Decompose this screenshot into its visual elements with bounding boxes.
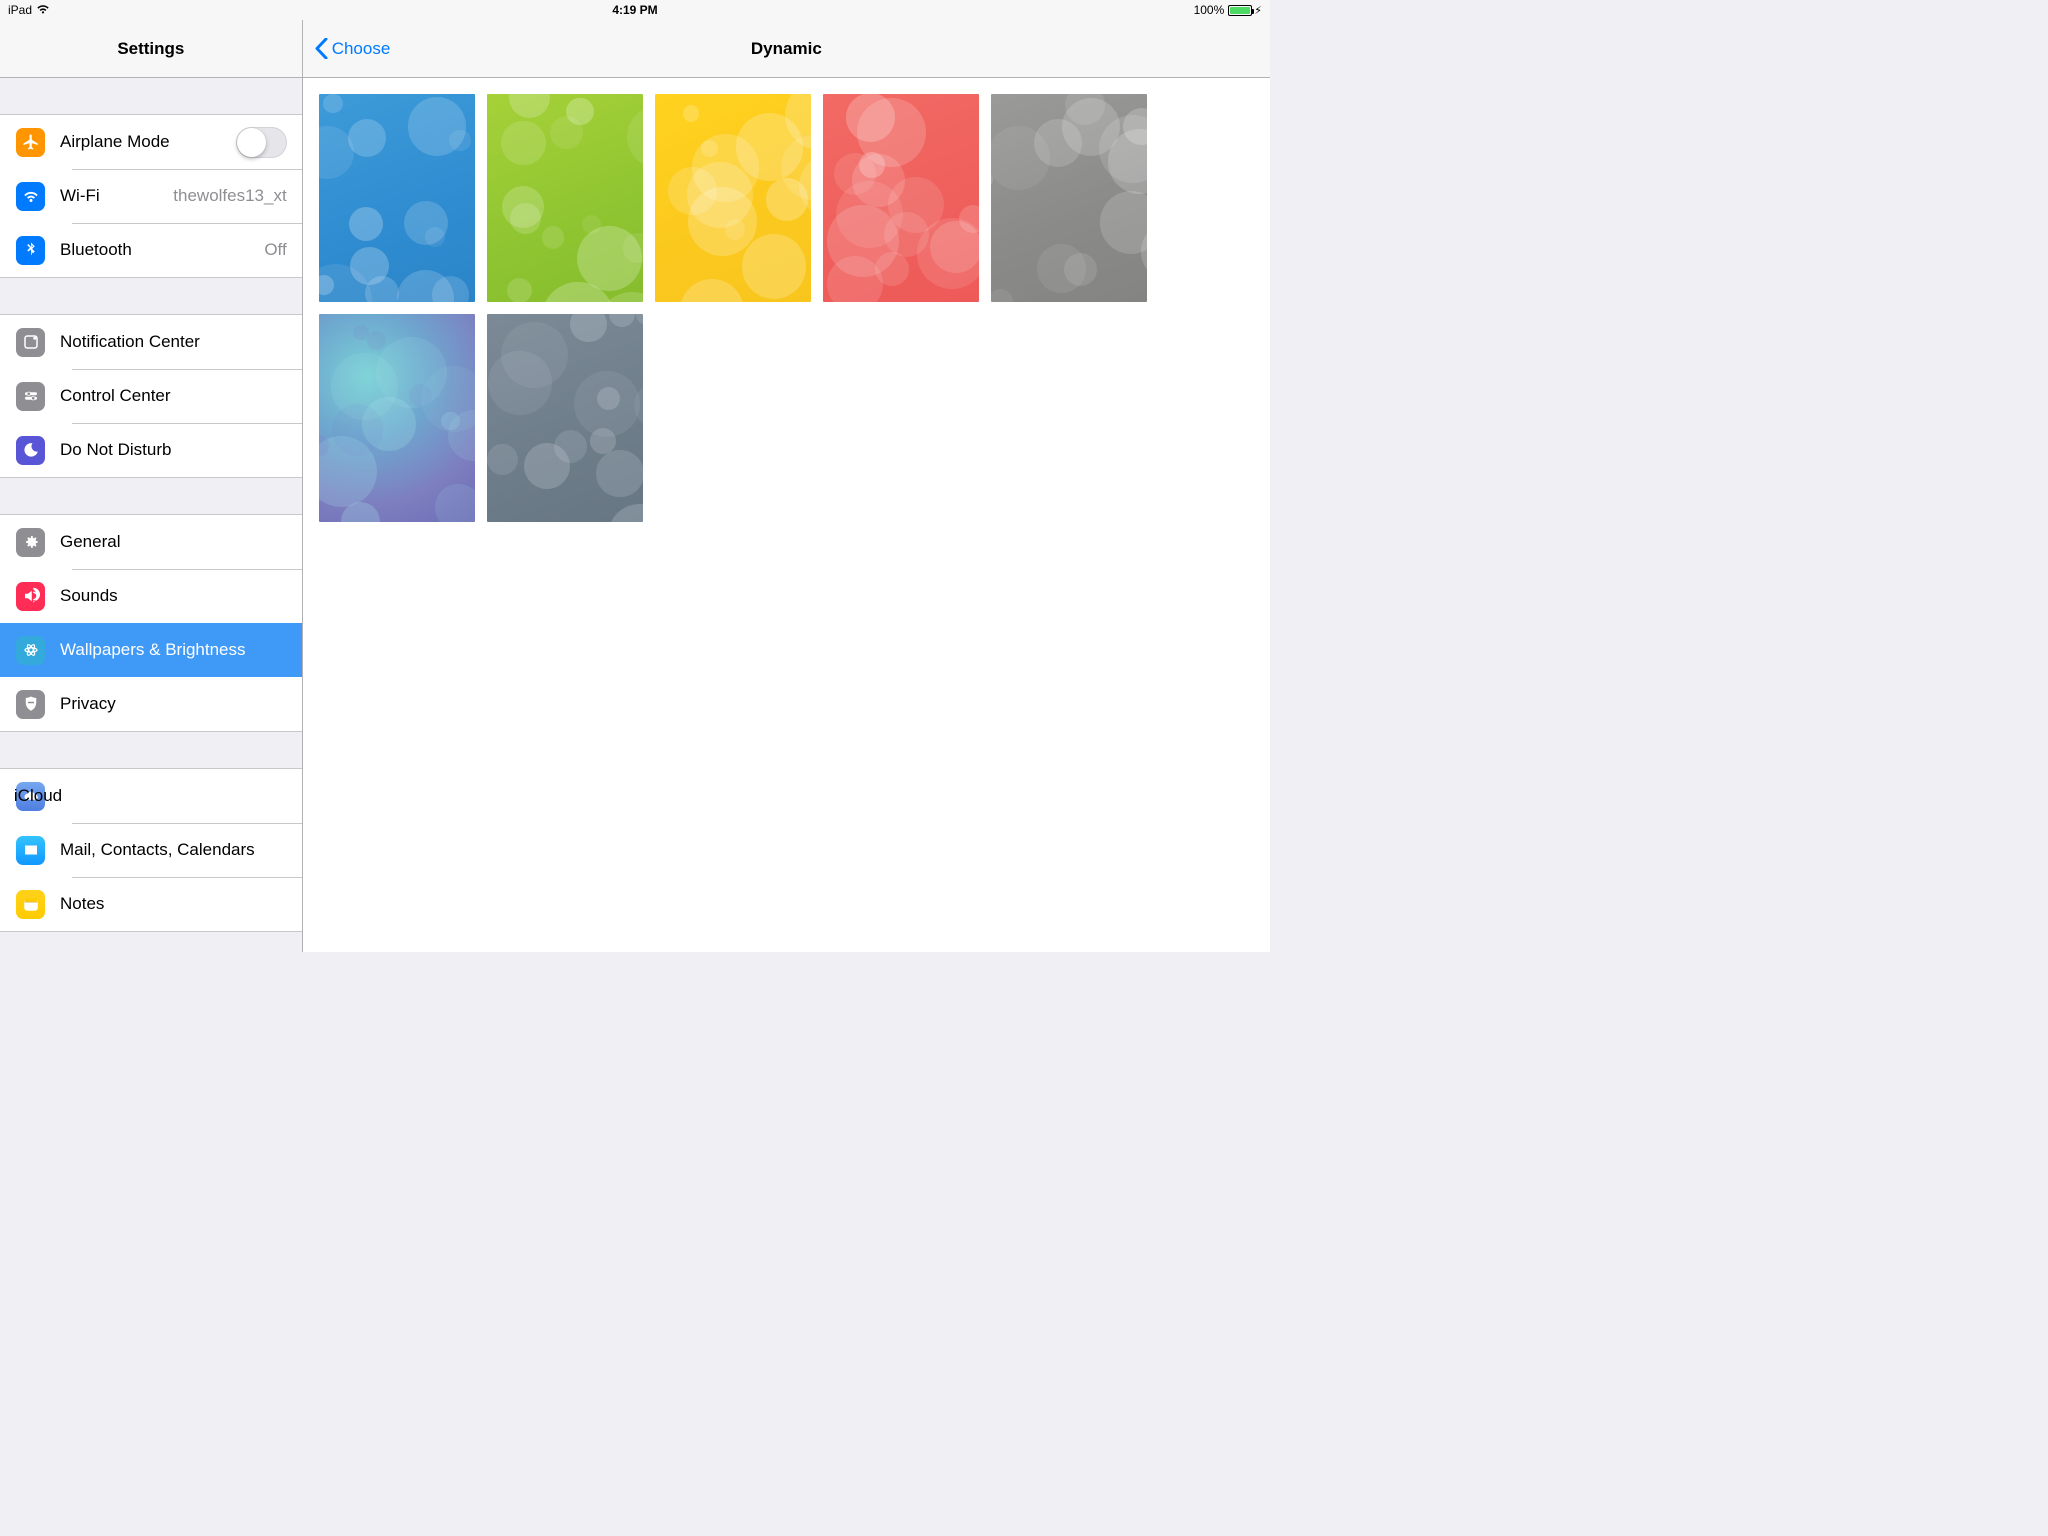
wifi-icon <box>16 182 45 211</box>
control-center-icon <box>16 382 45 411</box>
airplane-icon <box>16 128 45 157</box>
status-right: 100% ⚡︎ <box>1194 3 1264 17</box>
sidebar-item-bluetooth[interactable]: Bluetooth Off <box>0 223 302 277</box>
sidebar-item-label: Privacy <box>60 694 287 714</box>
sidebar-item-wallpapers[interactable]: Wallpapers & Brightness <box>0 623 302 677</box>
wallpapers-icon <box>16 636 45 665</box>
sidebar-item-label: Notification Center <box>60 332 287 352</box>
sidebar-item-label: Sounds <box>60 586 287 606</box>
sidebar-item-label: Notes <box>60 894 287 914</box>
sidebar-item-label: Control Center <box>60 386 287 406</box>
sidebar-item-airplane-mode[interactable]: Airplane Mode <box>0 115 302 169</box>
chevron-left-icon <box>315 38 328 59</box>
settings-group-device: General Sounds Wallpapers & Brightness P… <box>0 514 302 732</box>
sounds-icon <box>16 582 45 611</box>
battery-icon <box>1228 5 1252 16</box>
settings-sidebar: Settings Airplane Mode Wi-Fi thewolfes13… <box>0 20 303 952</box>
sidebar-item-notification-center[interactable]: Notification Center <box>0 315 302 369</box>
settings-group-notifications: Notification Center Control Center Do No… <box>0 314 302 478</box>
sidebar-title: Settings <box>0 20 302 78</box>
sidebar-item-label: Wallpapers & Brightness <box>60 640 287 660</box>
sidebar-item-label: Do Not Disturb <box>60 440 287 460</box>
sidebar-item-label: iCloud <box>14 786 287 806</box>
content-pane: Choose Dynamic <box>303 20 1270 952</box>
sidebar-item-control-center[interactable]: Control Center <box>0 369 302 423</box>
sidebar-item-mail-contacts-calendars[interactable]: Mail, Contacts, Calendars <box>0 823 302 877</box>
sidebar-item-wifi[interactable]: Wi-Fi thewolfes13_xt <box>0 169 302 223</box>
content-title: Dynamic <box>751 39 822 59</box>
wallpaper-grid <box>303 78 1270 538</box>
sidebar-item-label: Wi-Fi <box>60 186 165 206</box>
wifi-network-value: thewolfes13_xt <box>165 186 286 206</box>
wallpaper-dynamic-iris[interactable] <box>319 314 475 522</box>
mail-icon <box>16 836 45 865</box>
back-label: Choose <box>332 39 391 59</box>
privacy-icon <box>16 690 45 719</box>
sidebar-item-privacy[interactable]: Privacy <box>0 677 302 731</box>
notification-center-icon <box>16 328 45 357</box>
do-not-disturb-icon <box>16 436 45 465</box>
content-header: Choose Dynamic <box>303 20 1270 78</box>
settings-group-accounts: iCloud Mail, Contacts, Calendars Notes <box>0 768 302 932</box>
status-bar: iPad 4:19 PM 100% ⚡︎ <box>0 0 1270 20</box>
battery-percent: 100% <box>1194 3 1225 17</box>
sidebar-item-notes[interactable]: Notes <box>0 877 302 931</box>
charging-icon: ⚡︎ <box>1254 4 1262 17</box>
sidebar-item-general[interactable]: General <box>0 515 302 569</box>
wallpaper-dynamic-slate[interactable] <box>487 314 643 522</box>
wallpaper-dynamic-yellow[interactable] <box>655 94 811 302</box>
sidebar-item-label: Airplane Mode <box>60 132 236 152</box>
sidebar-item-sounds[interactable]: Sounds <box>0 569 302 623</box>
back-button[interactable]: Choose <box>315 38 391 59</box>
general-icon <box>16 528 45 557</box>
bluetooth-value: Off <box>256 240 286 260</box>
wifi-signal-icon <box>36 3 50 17</box>
airplane-mode-toggle[interactable] <box>236 127 287 158</box>
device-label: iPad <box>8 3 32 17</box>
settings-group-connectivity: Airplane Mode Wi-Fi thewolfes13_xt Bluet… <box>0 114 302 278</box>
sidebar-item-label: Mail, Contacts, Calendars <box>60 840 287 860</box>
wallpaper-dynamic-blue[interactable] <box>319 94 475 302</box>
wallpaper-dynamic-green[interactable] <box>487 94 643 302</box>
wallpaper-dynamic-gray[interactable] <box>991 94 1147 302</box>
notes-icon <box>16 890 45 919</box>
sidebar-item-label: Bluetooth <box>60 240 256 260</box>
status-left: iPad <box>6 3 50 17</box>
sidebar-item-icloud[interactable]: iCloud <box>0 769 302 823</box>
status-time: 4:19 PM <box>612 3 657 17</box>
sidebar-item-do-not-disturb[interactable]: Do Not Disturb <box>0 423 302 477</box>
sidebar-item-label: General <box>60 532 287 552</box>
wallpaper-dynamic-red[interactable] <box>823 94 979 302</box>
bluetooth-icon <box>16 236 45 265</box>
